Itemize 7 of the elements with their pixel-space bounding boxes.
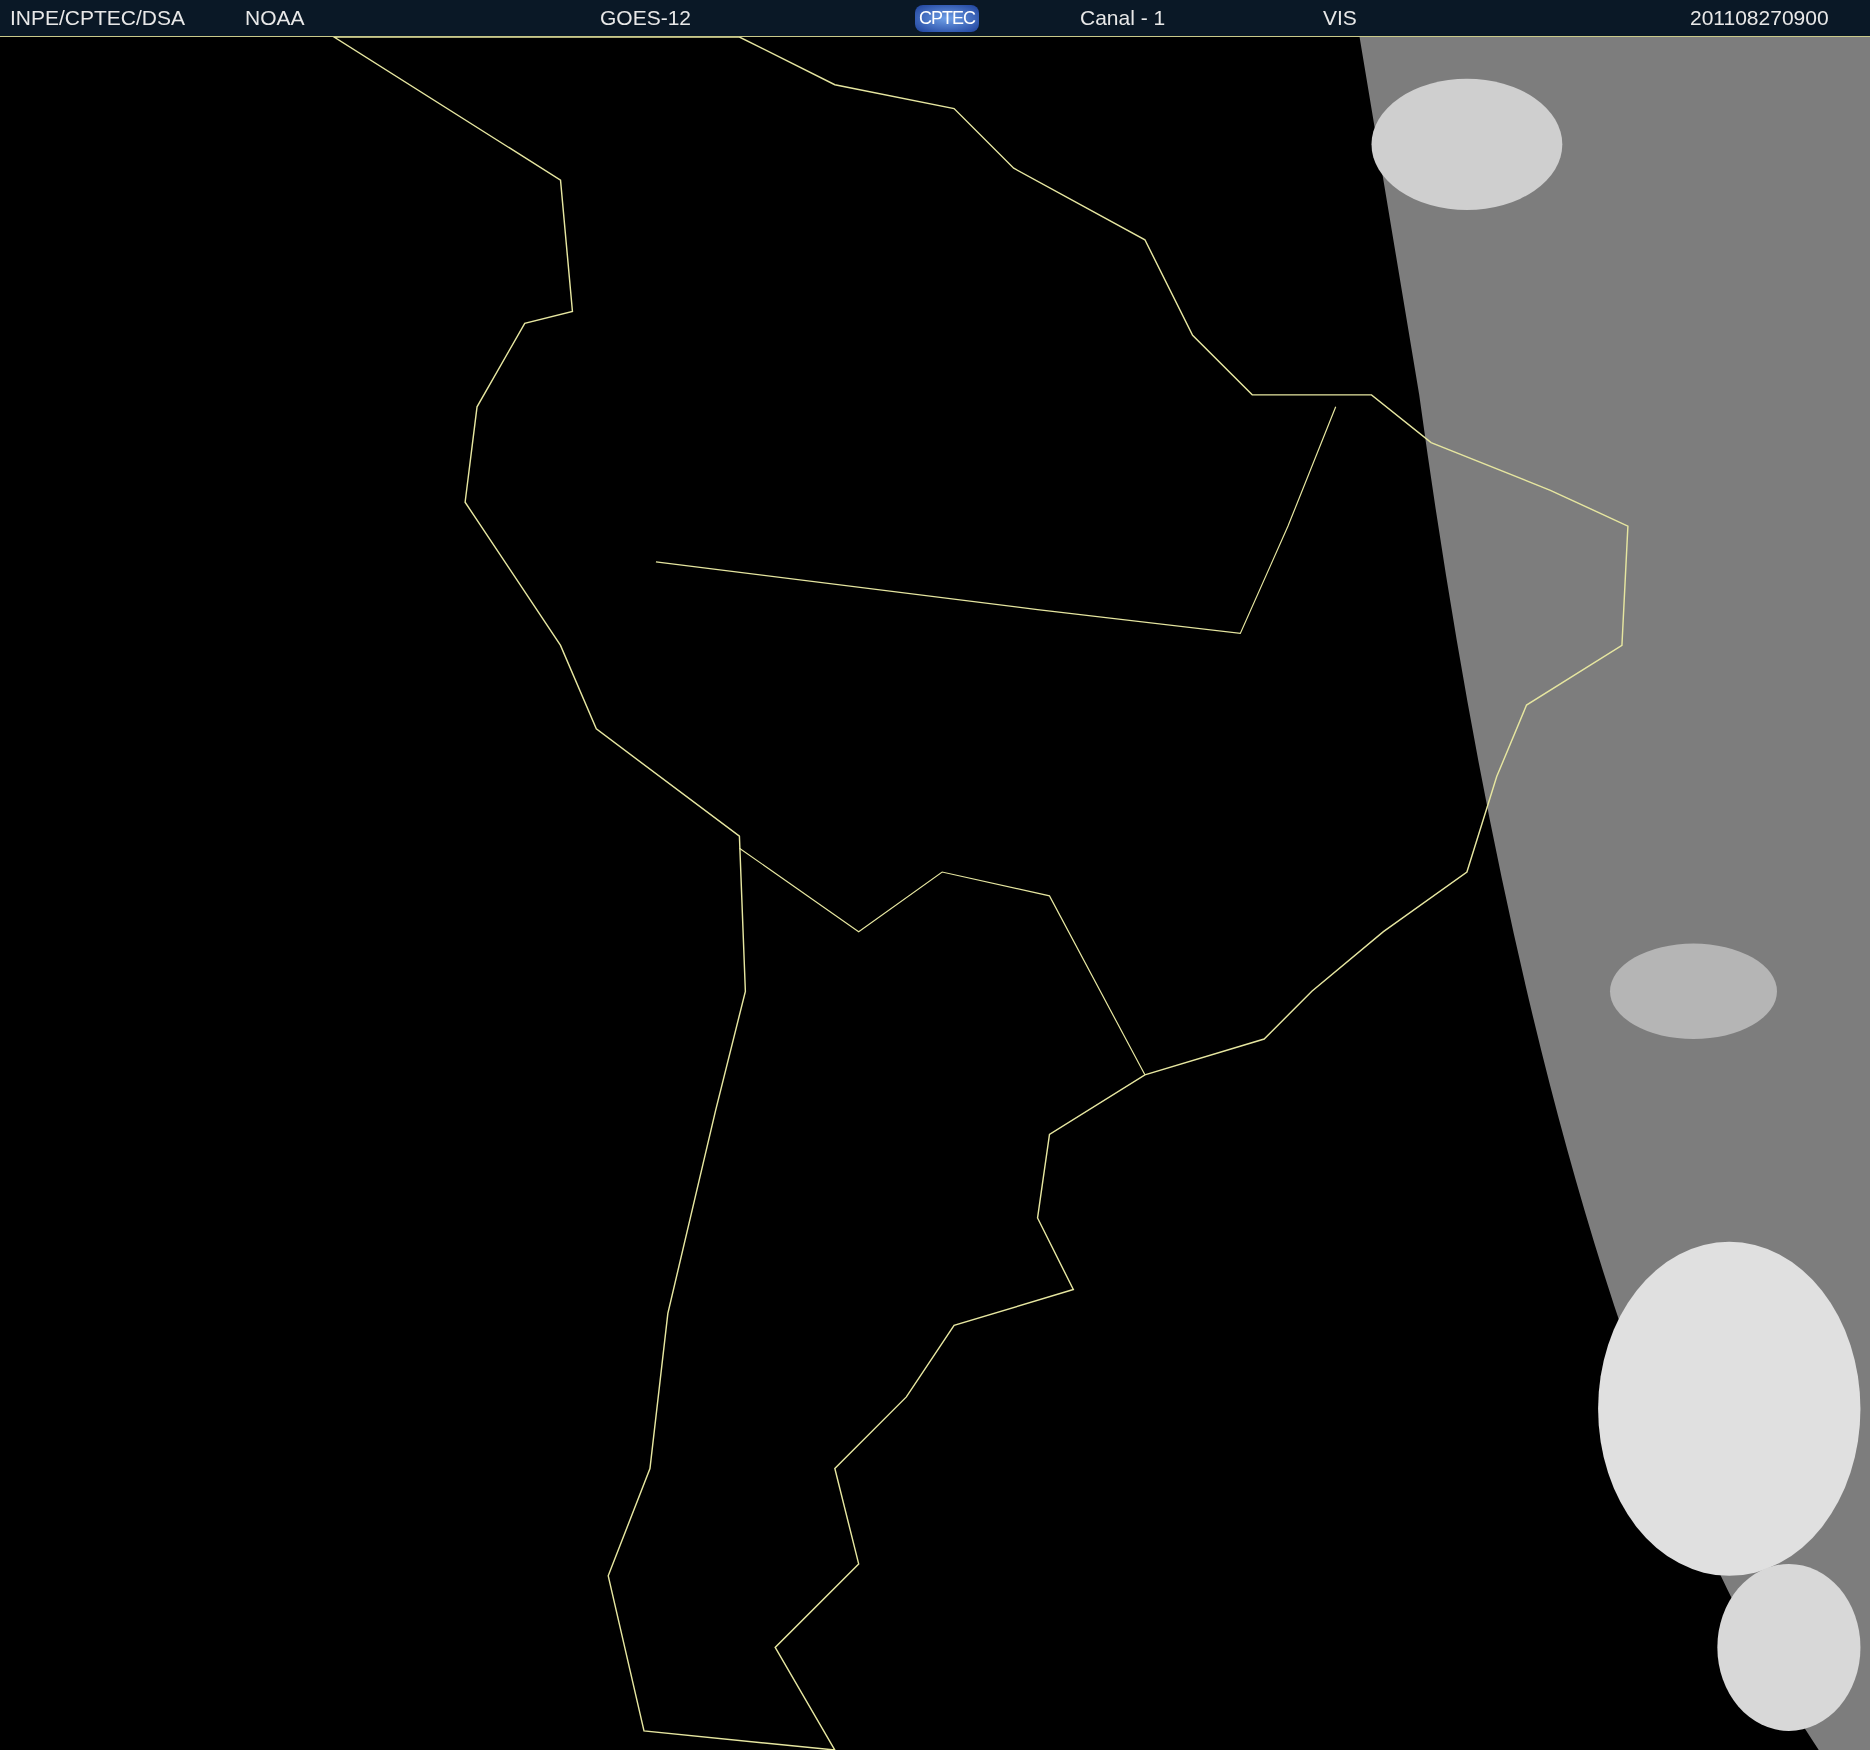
timestamp-label: 201108270900 (1690, 6, 1829, 30)
satellite-label: GOES-12 (600, 6, 693, 30)
source-label: INPE/CPTEC/DSA (10, 6, 187, 30)
band-label: VIS (1323, 6, 1358, 30)
channel-label: Canal - 1 (1080, 6, 1167, 30)
logo-badge: CPTEC (915, 4, 979, 32)
agency-label: NOAA (245, 6, 306, 30)
